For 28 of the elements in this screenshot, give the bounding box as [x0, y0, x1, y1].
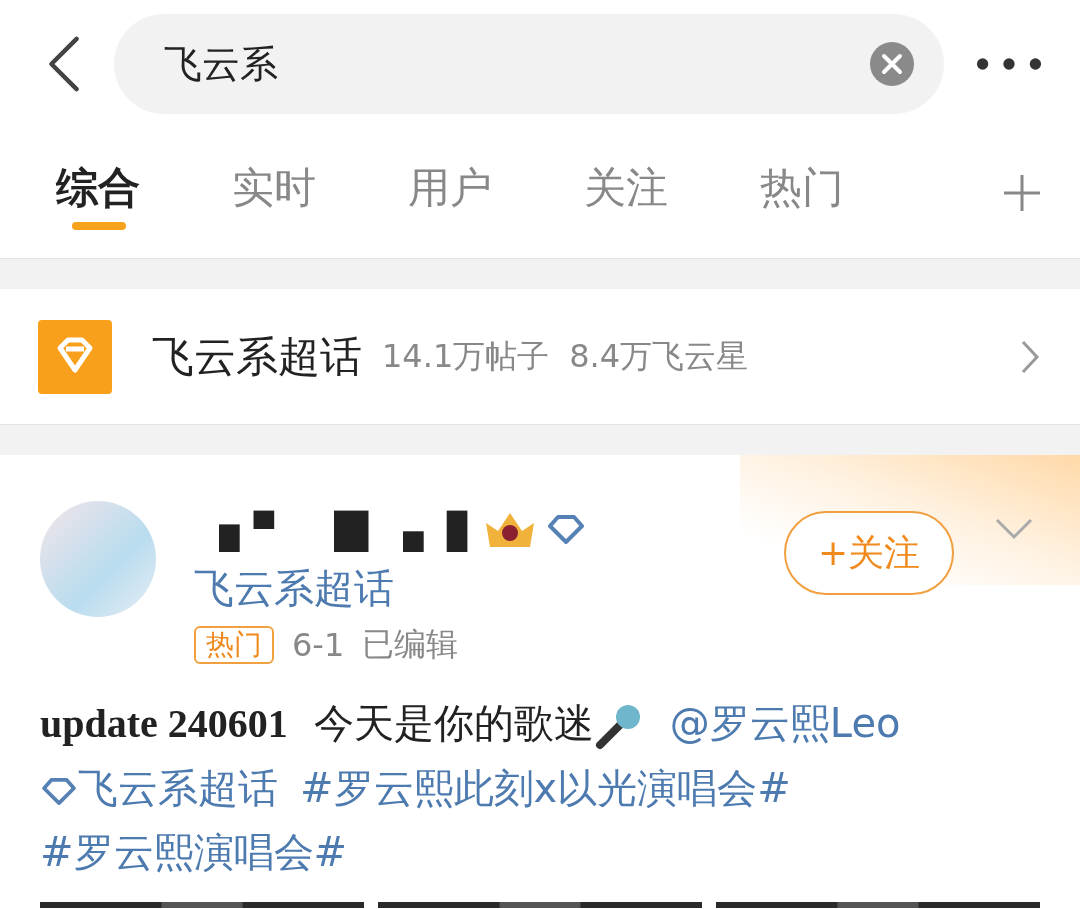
post-count: 14.1万帖子: [382, 335, 550, 377]
supertopic-row[interactable]: 飞云系超话 14.1万帖子 8.4万飞云星: [0, 289, 1080, 424]
hashtag-link[interactable]: #罗云熙此刻x以光演唱会#: [300, 756, 791, 820]
tab[interactable]: 用户: [408, 160, 584, 226]
plus-icon[interactable]: [1002, 173, 1042, 213]
hashtag-link[interactable]: #罗云熙演唱会#: [40, 820, 348, 884]
supertopic-link[interactable]: 飞云系超话: [40, 756, 278, 820]
tab[interactable]: 热门: [760, 160, 936, 226]
clear-icon[interactable]: [870, 42, 914, 86]
edited-label: 已编辑: [362, 624, 459, 665]
chevron-down-icon[interactable]: [994, 517, 1034, 541]
avatar[interactable]: [40, 501, 156, 617]
back-icon[interactable]: [46, 34, 82, 94]
post-date: 6-1: [292, 626, 345, 664]
more-icon[interactable]: [976, 57, 1042, 71]
chevron-right-icon: [1020, 338, 1040, 375]
follow-button[interactable]: +关注: [784, 511, 954, 595]
diamond-icon: [546, 514, 586, 544]
tab[interactable]: 关注: [584, 160, 760, 226]
supertopic-name: 飞云系超话: [152, 330, 362, 383]
search-field[interactable]: 飞云系: [114, 14, 944, 114]
post-text: update 240601 今天是你的歌迷 @罗云熙Leo 飞云系超话 #罗云熙此刻x以光演唱会# #罗云熙演唱会#: [40, 691, 1040, 884]
hot-tag: 热门: [194, 626, 274, 664]
supertopic-link[interactable]: 飞云系超话: [194, 565, 394, 611]
member-count: 8.4万飞云星: [569, 335, 749, 377]
mention-link[interactable]: @罗云熙Leo: [669, 691, 901, 755]
tab[interactable]: 实时: [232, 160, 408, 226]
diamond-icon: [40, 777, 78, 805]
